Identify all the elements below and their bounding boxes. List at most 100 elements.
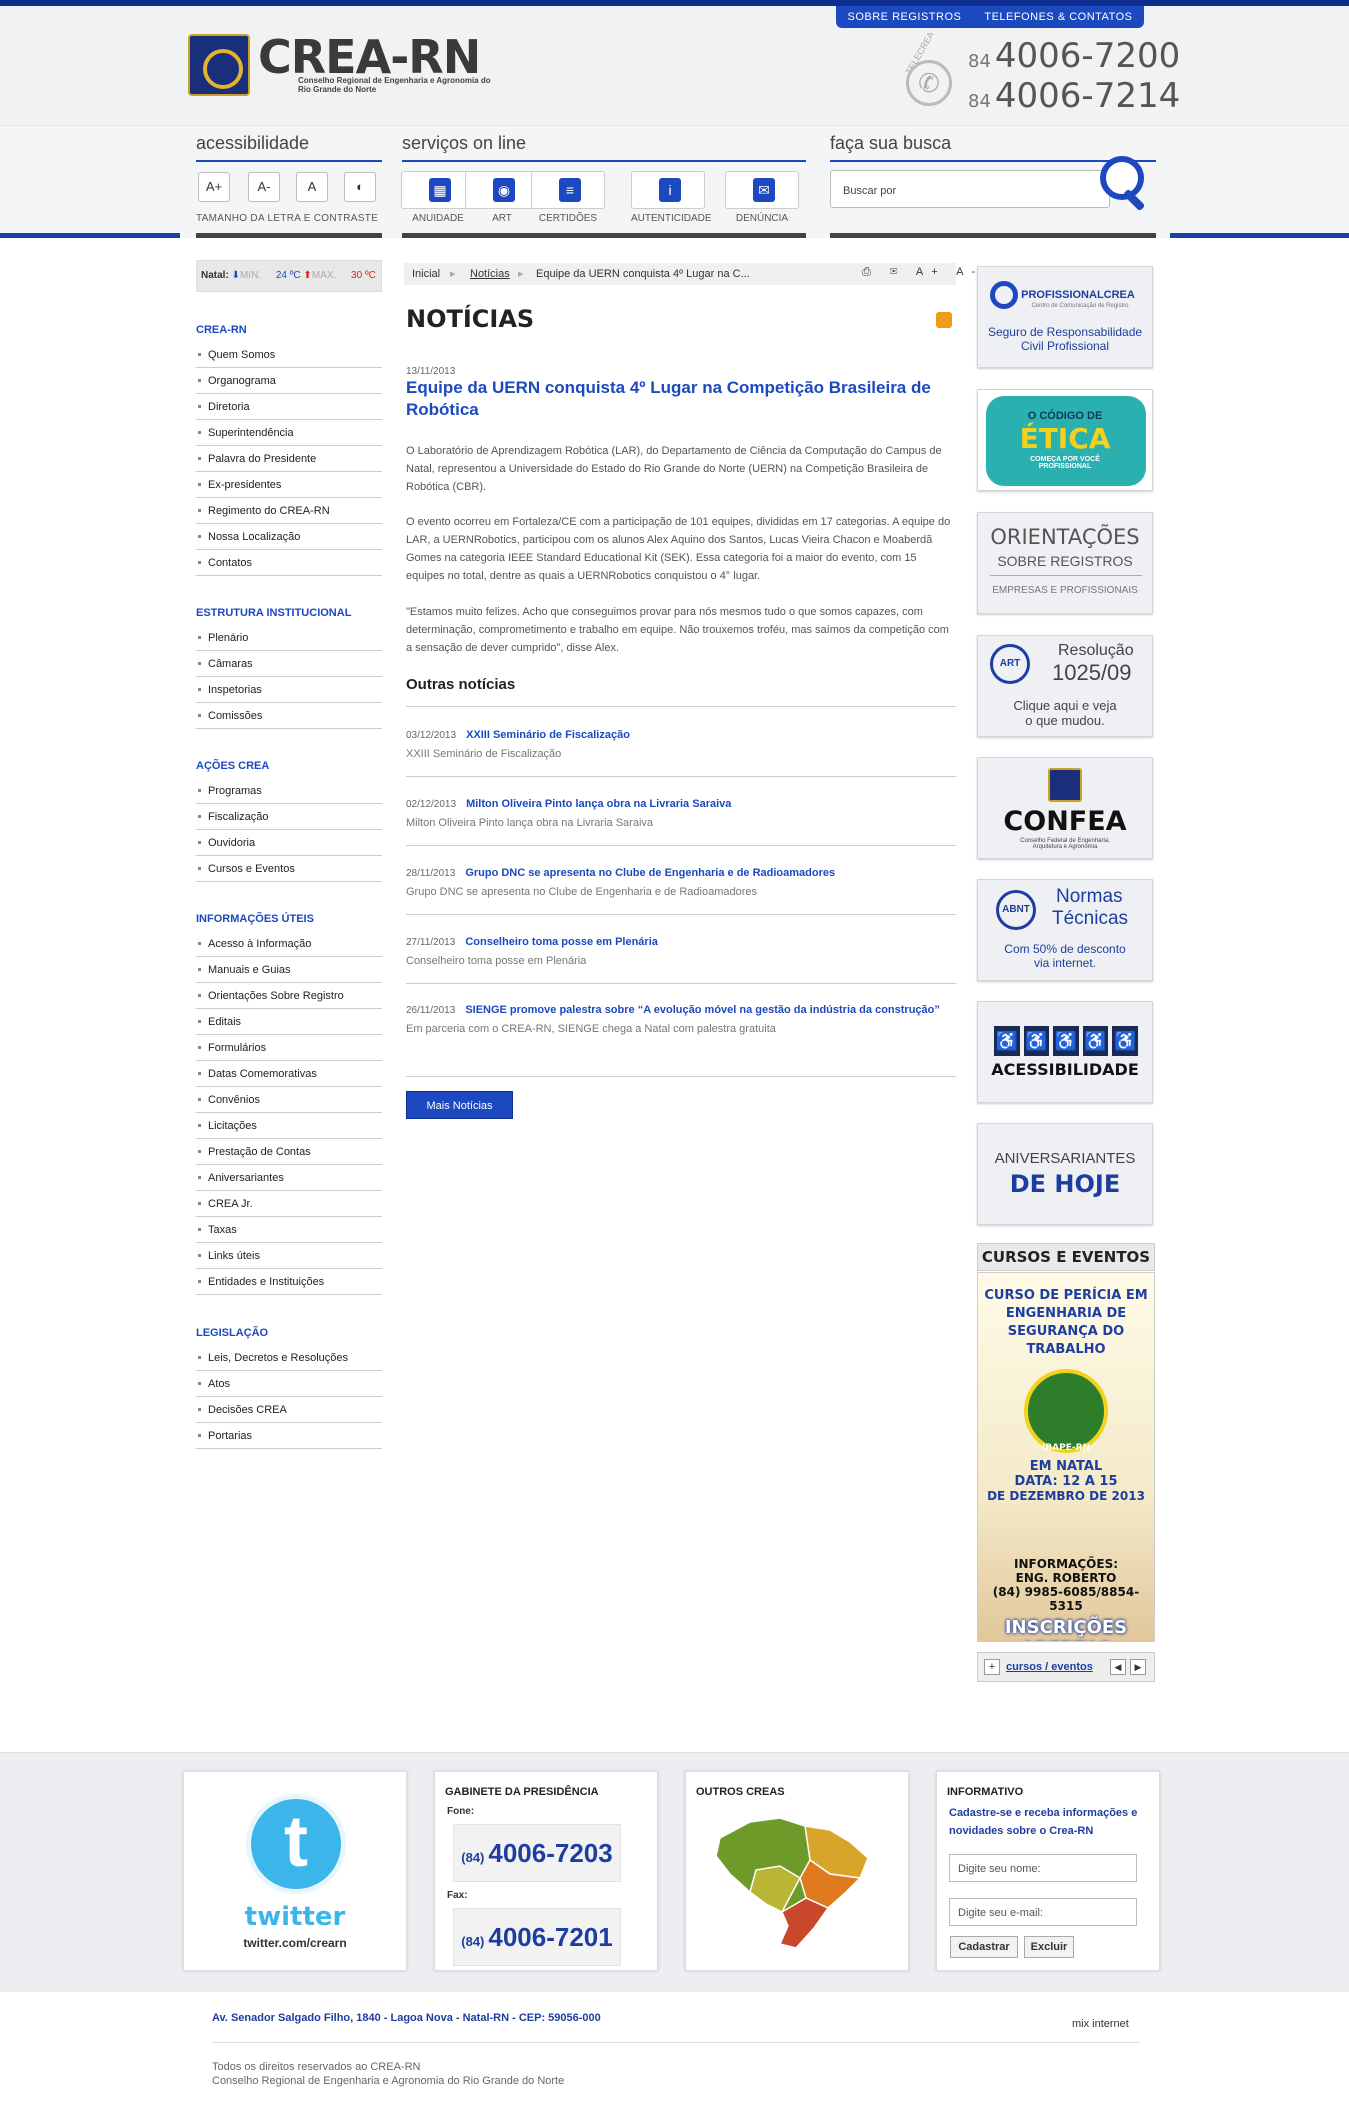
banner-abnt[interactable]: ABNT Normas Técnicas Com 50% de desconto… [977, 879, 1153, 981]
banner-line: Resolução [1058, 642, 1134, 659]
footer-credit[interactable]: mix internet [1072, 2018, 1129, 2030]
curso-info: INFORMAÇÕES: [1013, 1557, 1119, 1571]
sidebar-item[interactable]: Ouvidoria [196, 830, 382, 856]
sidebar-item[interactable]: Cursos e Eventos [196, 856, 382, 882]
sidebar-heading: AÇÕES CREA [196, 760, 270, 772]
sidebar-item[interactable]: Contatos [196, 550, 382, 576]
service-label[interactable]: ART [465, 213, 539, 224]
font-increase-button[interactable]: A+ [198, 172, 230, 202]
breadcrumb-noticias[interactable]: Notícias [470, 263, 510, 285]
contrast-button[interactable]: ◐ [344, 172, 376, 202]
font-reset-button[interactable]: A [296, 172, 328, 202]
sidebar-item[interactable]: Taxas [196, 1217, 382, 1243]
page-tools-icons[interactable]: ⎙ ✉ A+ A- [862, 266, 983, 279]
sidebar-item[interactable]: Datas Comemorativas [196, 1061, 382, 1087]
sidebar-item[interactable]: Nossa Localização [196, 524, 382, 550]
newsletter-email-input[interactable]: Digite seu e-mail: [949, 1898, 1137, 1926]
twitter-box[interactable]: t twitter twitter.com/crearn [183, 1771, 407, 1971]
sidebar-item[interactable]: Prestação de Contas [196, 1139, 382, 1165]
service-certidoes-button[interactable]: ≡ [531, 171, 605, 209]
sidebar-item[interactable]: Organograma [196, 368, 382, 394]
sidebar-item[interactable]: Portarias [196, 1423, 382, 1449]
service-autenticidade-button[interactable]: i [631, 171, 705, 209]
banner-resolucao[interactable]: ART Resolução 1025/09 Clique aqui e veja… [977, 635, 1153, 737]
rss-icon[interactable] [936, 312, 952, 328]
banner-orientacoes[interactable]: ORIENTAÇÕES SOBRE REGISTROS EMPRESAS E P… [977, 512, 1153, 614]
breadcrumb-home[interactable]: Inicial [412, 263, 440, 285]
sidebar-item[interactable]: Licitações [196, 1113, 382, 1139]
banner-acessibilidade[interactable]: ♿ ♿ ♿ ♿ ♿ ACESSIBILIDADE [977, 1001, 1153, 1103]
sidebar-item[interactable]: Aniversariantes [196, 1165, 382, 1191]
sidebar-heading: ESTRUTURA INSTITUCIONAL [196, 607, 352, 619]
cursos-link[interactable]: cursos / eventos [1006, 1653, 1093, 1681]
sidebar-item[interactable]: Leis, Decretos e Resoluções [196, 1345, 382, 1371]
sidebar-item[interactable]: Diretoria [196, 394, 382, 420]
sidebar-item[interactable]: Ex-presidentes [196, 472, 382, 498]
service-art-button[interactable]: ◉ [465, 171, 539, 209]
sidebar-item[interactable]: CREA Jr. [196, 1191, 382, 1217]
service-label[interactable]: ANUIDADE [401, 213, 475, 224]
cursos-banner[interactable]: CURSO DE PERÍCIA EM ENGENHARIA DE SEGURA… [977, 1272, 1155, 1642]
sidebar-item[interactable]: Formulários [196, 1035, 382, 1061]
sidebar-item[interactable]: Programas [196, 778, 382, 804]
news-summary: Milton Oliveira Pinto lança obra na Livr… [406, 817, 654, 829]
sidebar-item[interactable]: Editais [196, 1009, 382, 1035]
sidebar-item[interactable]: Manuais e Guias [196, 957, 382, 983]
news-title-link[interactable]: Grupo DNC se apresenta no Clube de Engen… [465, 867, 835, 879]
newsletter-name-input[interactable]: Digite seu nome: [949, 1854, 1137, 1882]
curso-phone: (84) 9985-6085/8854-5315 [992, 1585, 1140, 1613]
sidebar-item[interactable]: Acesso à Informação [196, 931, 382, 957]
news-title-link[interactable]: Milton Oliveira Pinto lança obra na Livr… [466, 798, 731, 810]
sidebar-item[interactable]: Quem Somos [196, 342, 382, 368]
next-arrow-icon[interactable]: ▶ [1130, 1659, 1146, 1675]
sidebar-item[interactable]: Links úteis [196, 1243, 382, 1269]
link-telefones-contatos[interactable]: TELEFONES & CONTATOS [984, 11, 1132, 23]
plus-icon[interactable]: + [984, 1659, 1000, 1675]
banner-aniversariantes[interactable]: ANIVERSARIANTES DE HOJE [977, 1123, 1153, 1225]
sidebar-item[interactable]: Fiscalização [196, 804, 382, 830]
article-title[interactable]: Equipe da UERN conquista 4º Lugar na Com… [406, 377, 954, 421]
link-sobre-registros[interactable]: SOBRE REGISTROS [848, 11, 962, 23]
service-anuidade-button[interactable]: ▦ [401, 171, 475, 209]
news-item: 26/11/2013 SIENGE promove palestra sobre … [406, 1001, 956, 1038]
banner-line: SOBRE REGISTROS [997, 553, 1133, 569]
sidebar-item[interactable]: Decisões CREA [196, 1397, 382, 1423]
outros-creas-box[interactable]: OUTROS CREAS [685, 1771, 909, 1971]
banner-profissional-crea[interactable]: PROFISSIONALCREA Centro de Comunicação d… [977, 266, 1153, 368]
search-icon[interactable] [1098, 154, 1146, 212]
services-bottom-rule [402, 233, 806, 238]
search-input[interactable]: Buscar por [830, 170, 1110, 208]
sidebar-item[interactable]: Orientações Sobre Registro [196, 983, 382, 1009]
sidebar-item[interactable]: Comissões [196, 703, 382, 729]
service-denuncia-button[interactable]: ✉ [725, 171, 799, 209]
sidebar-item[interactable]: Superintendência [196, 420, 382, 446]
news-date: 26/11/2013 [406, 1005, 456, 1016]
banner-codigo-etica[interactable]: O CÓDIGO DE ÉTICA COMEÇA POR VOCÊ PROFIS… [977, 389, 1153, 491]
newsletter-submit-button[interactable]: Cadastrar [950, 1936, 1018, 1958]
news-title-link[interactable]: Conselheiro toma posse em Plenária [465, 936, 658, 948]
sidebar-item[interactable]: Atos [196, 1371, 382, 1397]
banner-confea[interactable]: CONFEA Conselho Federal de Engenharia, A… [977, 757, 1153, 859]
more-news-button[interactable]: Mais Notícias [406, 1091, 513, 1119]
weather-max-label: MAX. [311, 270, 337, 281]
banner-line: Conselho Federal de Engenharia, Arquitet… [1020, 838, 1110, 850]
service-label[interactable]: AUTENTICIDADE [631, 213, 712, 224]
sidebar-item[interactable]: Plenário [196, 625, 382, 651]
sidebar-item[interactable]: Inspetorias [196, 677, 382, 703]
newsletter-clear-button[interactable]: Excluir [1024, 1936, 1074, 1958]
service-label[interactable]: CERTIDÕES [531, 213, 605, 224]
brazil-map-icon[interactable] [710, 1808, 880, 1958]
sidebar-item[interactable]: Palavra do Presidente [196, 446, 382, 472]
news-title-link[interactable]: XXIII Seminário de Fiscalização [466, 729, 630, 741]
sidebar-item[interactable]: Câmaras [196, 651, 382, 677]
crea-logo-icon[interactable] [188, 34, 250, 96]
twitter-handle[interactable]: twitter.com/crearn [184, 1936, 406, 1950]
news-title-link[interactable]: SIENGE promove palestra sobre “A evoluçã… [465, 1004, 940, 1016]
sidebar-item[interactable]: Regimento do CREA-RN [196, 498, 382, 524]
prev-arrow-icon[interactable]: ◀ [1110, 1659, 1126, 1675]
sidebar-item[interactable]: Entidades e Instituições [196, 1269, 382, 1295]
font-decrease-button[interactable]: A- [248, 172, 280, 202]
service-label[interactable]: DENÚNCIA [725, 213, 799, 224]
informativo-title: INFORMATIVO [947, 1786, 1024, 1798]
sidebar-item[interactable]: Convênios [196, 1087, 382, 1113]
